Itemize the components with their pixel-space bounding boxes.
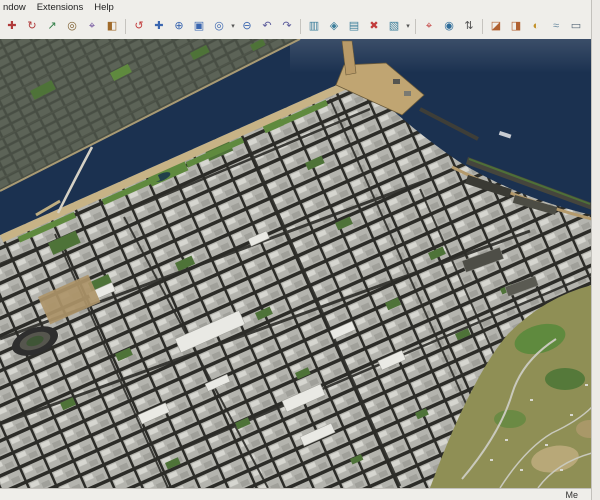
toolbar-separator — [300, 18, 301, 34]
menu-help[interactable]: Help — [94, 2, 114, 13]
iso-view-icon[interactable]: ◈ — [325, 17, 344, 36]
zoom-tool-icon[interactable]: ⊕ — [170, 17, 189, 36]
menu-bar: ndow Extensions Help — [0, 0, 600, 13]
toolbar-separator — [125, 18, 126, 34]
zoom-extents-tool-icon[interactable]: ◎ — [210, 17, 229, 36]
toolbar-separator — [482, 18, 483, 34]
orbit-tool-icon[interactable]: ↺ — [130, 17, 149, 36]
shadows-toggle-icon[interactable]: ◐ — [527, 17, 546, 36]
top-view-icon[interactable]: ▤ — [345, 17, 364, 36]
menu-window[interactable]: ndow — [3, 2, 26, 13]
fog-toggle-icon[interactable]: ≈ — [547, 17, 566, 36]
scale-tool-icon[interactable]: ↗ — [43, 17, 62, 36]
pan-tool-icon[interactable]: ✚ — [150, 17, 169, 36]
position-camera-tool-icon[interactable]: ⌖ — [420, 17, 439, 36]
measurements-box[interactable]: Me — [565, 490, 578, 500]
city-model-scene — [0, 39, 592, 488]
status-bar: Me — [0, 488, 592, 500]
tape-measure-tool-icon[interactable]: ⌖ — [83, 17, 102, 36]
zoom-dropdown-arrow[interactable]: ▾ — [229, 18, 237, 35]
rotate-tool-icon[interactable]: ↻ — [23, 17, 42, 36]
paint-bucket-tool-icon[interactable]: ◧ — [103, 17, 122, 36]
zoom-out-tool-icon[interactable]: ⊖ — [238, 17, 257, 36]
move-tool-icon[interactable]: ✚ — [3, 17, 22, 36]
offset-tool-icon[interactable]: ◎ — [63, 17, 82, 36]
section-plane-tool-icon[interactable]: ◪ — [487, 17, 506, 36]
look-around-tool-icon[interactable]: ◉ — [440, 17, 459, 36]
sketchup-window: ndow Extensions Help ✚ ↻ ↗ ◎ ⌖ ◧ ↺ ✚ ⊕ ▣… — [0, 0, 600, 500]
views-dropdown-arrow[interactable]: ▾ — [404, 18, 412, 35]
toolbar-separator — [415, 18, 416, 34]
toolbar: ✚ ↻ ↗ ◎ ⌖ ◧ ↺ ✚ ⊕ ▣ ◎ ▾ ⊖ ↶ ↷ ▥ ◈ ▤ ✖ ▧ … — [0, 13, 600, 40]
section-cuts-toggle-icon[interactable]: ◨ — [507, 17, 526, 36]
window-edge-strip — [591, 0, 600, 500]
viewport-3d[interactable] — [0, 39, 592, 488]
next-view-icon[interactable]: ↷ — [278, 17, 297, 36]
horizon-haze — [290, 39, 592, 73]
delete-guides-icon[interactable]: ✖ — [365, 17, 384, 36]
walk-tool-icon[interactable]: ⇅ — [460, 17, 479, 36]
back-view-icon[interactable]: ▧ — [385, 17, 404, 36]
previous-view-icon[interactable]: ↶ — [258, 17, 277, 36]
zoom-window-tool-icon[interactable]: ▣ — [190, 17, 209, 36]
menu-extensions[interactable]: Extensions — [37, 2, 83, 13]
x-ray-toggle-icon[interactable]: ▭ — [567, 17, 586, 36]
front-view-icon[interactable]: ▥ — [305, 17, 324, 36]
